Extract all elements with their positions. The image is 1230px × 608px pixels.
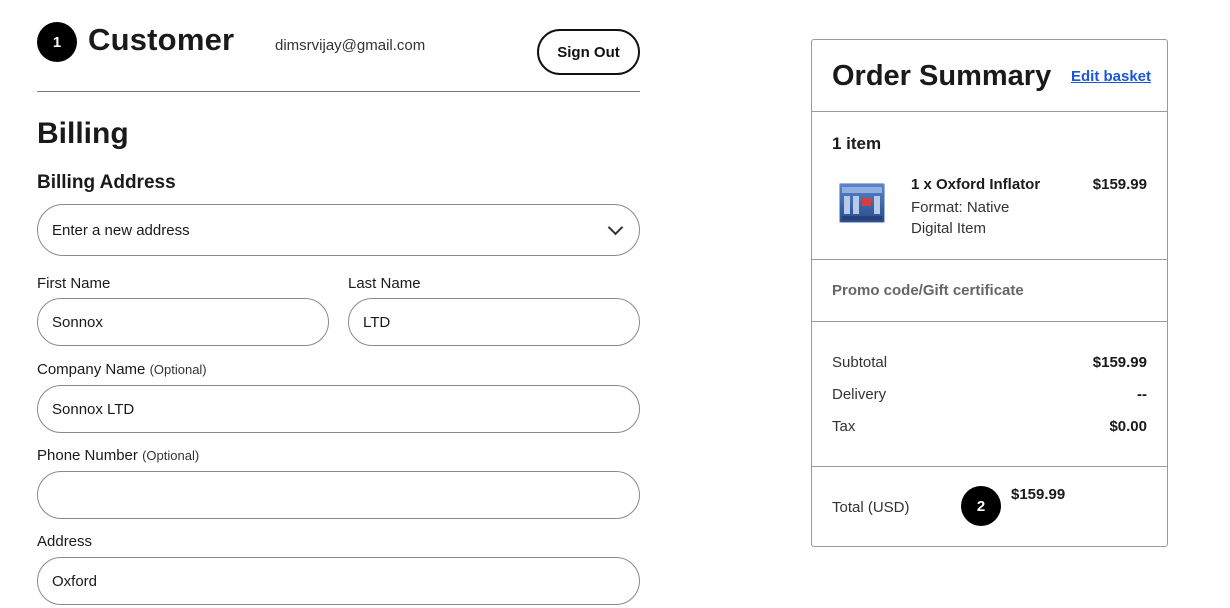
billing-title: Billing [37, 117, 129, 150]
phone-number-label: Phone Number (Optional) [37, 447, 199, 464]
product-price: $159.99 [1092, 176, 1147, 193]
edit-basket-link[interactable]: Edit basket [1071, 68, 1151, 85]
promo-code-link[interactable]: Promo code/Gift certificate [832, 282, 1024, 299]
subtotal-label: Subtotal [832, 354, 888, 371]
chevron-down-icon [607, 219, 624, 236]
last-name-value: LTD [363, 313, 391, 331]
product-thumbnail [839, 183, 885, 223]
delivery-label: Delivery [832, 386, 887, 403]
customer-title: Customer [88, 22, 235, 57]
phone-number-optional: (Optional) [142, 448, 200, 463]
items-count: 1 item [832, 134, 882, 153]
phone-number-label-text: Phone Number [37, 447, 138, 464]
order-summary-title: Order Summary [832, 60, 1052, 92]
product-thumbnail-icon [842, 187, 882, 220]
tax-label: Tax [832, 418, 856, 435]
order-summary-panel: Order Summary Edit basket 1 item 1 x Oxf… [811, 39, 1168, 547]
last-name-label: Last Name [348, 275, 421, 292]
billing-address-label: Billing Address [37, 172, 176, 193]
step-1-badge: 1 [37, 22, 77, 62]
address-value: Oxford [52, 572, 98, 590]
company-name-optional: (Optional) [149, 362, 207, 377]
last-name-field[interactable]: LTD [348, 298, 640, 346]
company-name-field[interactable]: Sonnox LTD [37, 385, 640, 433]
company-name-label: Company Name (Optional) [37, 361, 207, 378]
billing-address-select[interactable]: Enter a new address [37, 204, 640, 256]
address-label: Address [37, 533, 93, 550]
total-value: $159.99 [1011, 486, 1066, 503]
tax-value: $0.00 [1109, 418, 1147, 435]
step-2-badge: 2 [961, 486, 1001, 526]
first-name-value: Sonnox [52, 313, 103, 331]
summary-divider [812, 111, 1167, 112]
company-name-value: Sonnox LTD [52, 400, 135, 418]
product-format: Format: Native [911, 199, 1010, 216]
summary-divider [812, 321, 1167, 322]
first-name-field[interactable]: Sonnox [37, 298, 329, 346]
summary-divider [812, 466, 1167, 467]
company-name-label-text: Company Name [37, 361, 146, 378]
subtotal-value: $159.99 [1092, 354, 1147, 371]
product-type: Digital Item [911, 220, 987, 237]
sign-out-button[interactable]: Sign Out [537, 29, 640, 75]
phone-number-field[interactable] [37, 471, 640, 519]
product-name: 1 x Oxford Inflator [911, 176, 1041, 193]
billing-address-select-value: Enter a new address [52, 221, 190, 239]
summary-divider [812, 259, 1167, 260]
address-field[interactable]: Oxford [37, 557, 640, 605]
header-divider [37, 91, 640, 92]
delivery-value: -- [1137, 386, 1147, 403]
total-label: Total (USD) [832, 499, 910, 516]
customer-email: dimsrvijay@gmail.com [275, 37, 426, 54]
first-name-label: First Name [37, 275, 111, 292]
